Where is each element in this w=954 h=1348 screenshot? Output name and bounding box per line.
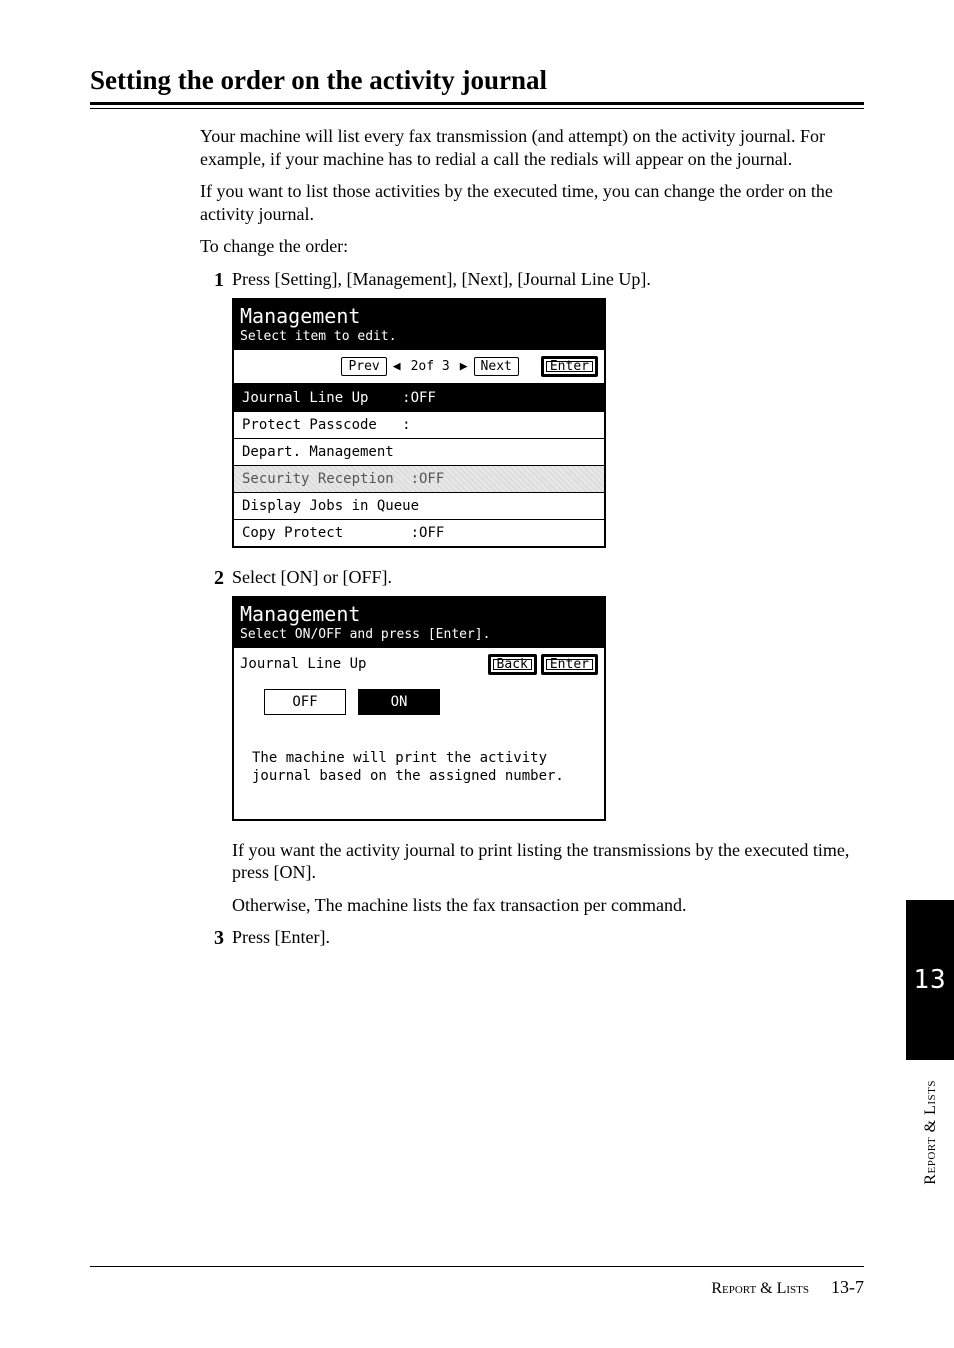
menu-item-label: Depart. Management [242,444,394,460]
step-number: 1 [200,268,224,292]
prev-button[interactable]: Prev [341,357,386,376]
intro-paragraph-2: If you want to list those activities by … [200,180,854,225]
menu-item-copy-protect[interactable]: Copy Protect :OFF [234,520,604,546]
menu-item-value: :OFF [402,390,436,406]
chapter-number: 13 [913,965,946,995]
chapter-side-label: Report & Lists [922,1080,940,1185]
triangle-right-icon: ▶ [460,359,468,374]
post-step-note-1: If you want the activity journal to prin… [232,839,854,884]
lcd-subtitle: Select item to edit. [240,329,598,344]
lcd-header: Management Select ON/OFF and press [Ente… [234,598,604,648]
lcd-subtitle: Select ON/OFF and press [Enter]. [240,627,598,642]
lcd-header: Management Select item to edit. [234,300,604,350]
lcd-title: Management [240,304,598,329]
step-text: Press [Setting], [Management], [Next], [… [232,268,854,291]
page-title: Setting the order on the activity journa… [90,65,864,96]
step-3: 3 Press [Enter]. [200,926,854,950]
on-option[interactable]: ON [358,689,440,715]
enter-button[interactable]: Enter [541,356,598,377]
next-button[interactable]: Next [474,357,519,376]
option-row: OFF ON [234,685,604,733]
step-text: Press [Enter]. [232,926,854,949]
step-2: 2 Select [ON] or [OFF]. [200,566,854,590]
intro-paragraph-1: Your machine will list every fax transmi… [200,125,854,170]
page-footer: Report & Lists 13-7 [90,1266,864,1298]
step-number: 2 [200,566,224,590]
footer-page-number: 13-7 [831,1277,864,1297]
step-text: Select [ON] or [OFF]. [232,566,854,589]
menu-item-journal-line-up[interactable]: Journal Line Up :OFF [234,385,604,412]
lcd-screen-1: Management Select item to edit. Prev ◀ 2… [232,298,606,548]
menu-item-protect-passcode[interactable]: Protect Passcode : [234,412,604,439]
menu-item-depart-management[interactable]: Depart. Management [234,439,604,466]
menu-item-value: :OFF [411,525,445,541]
lcd-screen-2: Management Select ON/OFF and press [Ente… [232,596,606,821]
enter-button[interactable]: Enter [541,654,598,675]
lcd-top-row: Journal Line Up Back Enter [234,648,604,685]
triangle-left-icon: ◀ [393,359,401,374]
footer-section-label: Report & Lists [711,1280,809,1297]
title-rule [90,102,864,109]
setting-label: Journal Line Up [240,656,366,672]
lcd-title: Management [240,602,598,627]
menu-item-value: : [402,417,410,433]
post-step-note-2: Otherwise, The machine lists the fax tra… [232,894,854,917]
menu-item-label: Display Jobs in Queue [242,498,419,514]
menu-item-display-jobs-in-queue[interactable]: Display Jobs in Queue [234,493,604,520]
lcd-nav-row: Prev ◀ 2of 3 ▶ Next Enter [234,350,604,385]
intro-paragraph-3: To change the order: [200,235,854,258]
lcd-menu: Journal Line Up :OFF Protect Passcode : … [234,385,604,546]
back-button[interactable]: Back [488,654,537,675]
menu-item-security-reception: Security Reception :OFF [234,466,604,493]
option-description: The machine will print the activity jour… [234,733,604,819]
menu-item-label: Protect Passcode [242,417,377,433]
menu-item-label: Security Reception [242,471,394,487]
off-option[interactable]: OFF [264,689,346,715]
step-1: 1 Press [Setting], [Management], [Next],… [200,268,854,292]
page-indicator: 2of 3 [411,359,450,374]
menu-item-value: :OFF [411,471,445,487]
menu-item-label: Copy Protect [242,525,343,541]
menu-item-label: Journal Line Up [242,390,368,406]
step-number: 3 [200,926,224,950]
chapter-tab: 13 [906,900,954,1060]
